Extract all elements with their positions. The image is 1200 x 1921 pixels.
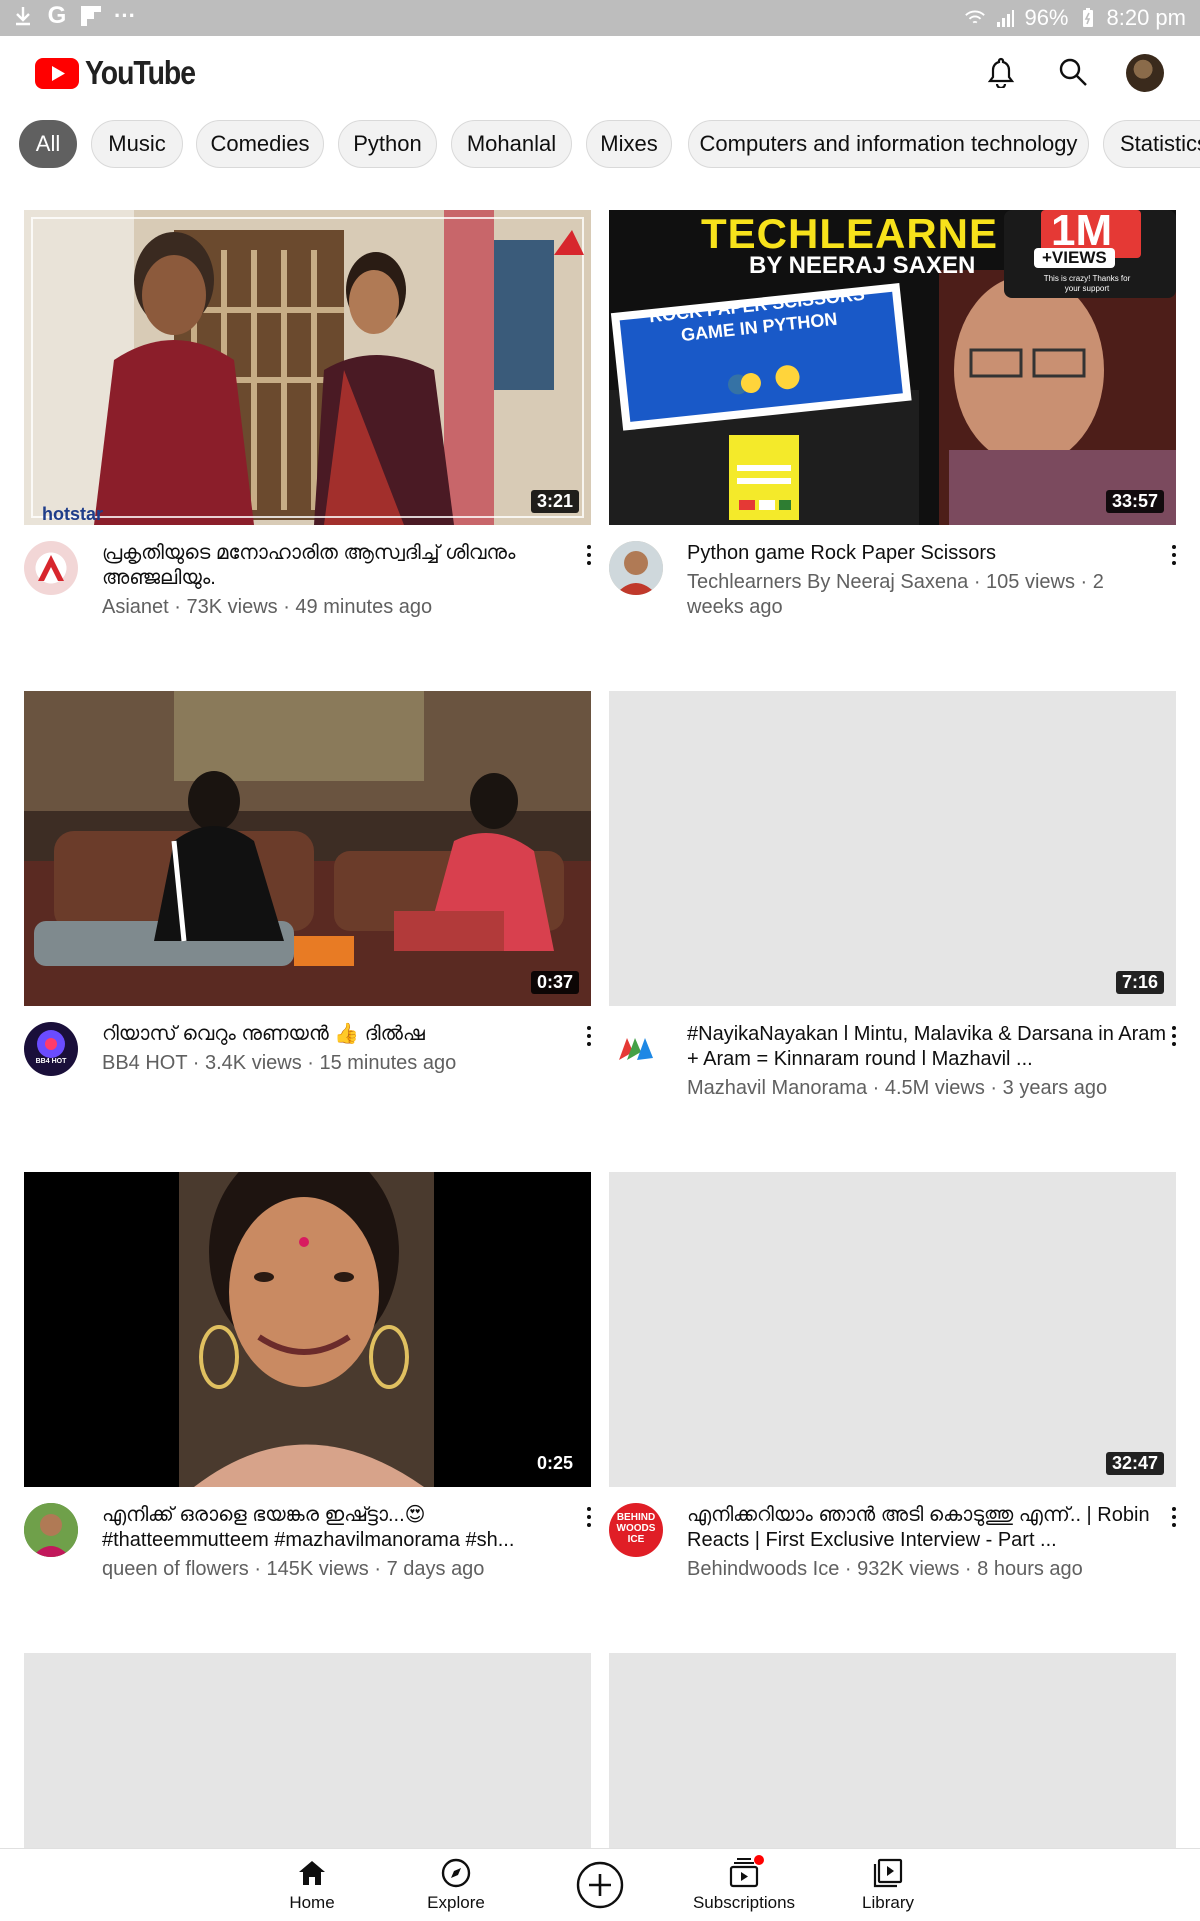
channel-avatar-image bbox=[24, 1503, 78, 1557]
app-header: YouTube bbox=[0, 36, 1200, 108]
video-meta: Asianet · 73K views · 49 minutes ago bbox=[102, 596, 433, 618]
mazhavil-logo bbox=[619, 1038, 653, 1060]
video-menu-button[interactable] bbox=[579, 537, 599, 573]
channel-avatar[interactable]: BB4 HOT bbox=[24, 1022, 78, 1076]
bb4-hot-logo bbox=[37, 1030, 65, 1058]
chip-python[interactable]: Python bbox=[338, 120, 437, 168]
create-plus-icon bbox=[575, 1860, 625, 1910]
nav-library[interactable]: Library bbox=[828, 1857, 948, 1917]
channel-avatar-image bbox=[609, 541, 663, 595]
library-icon bbox=[872, 1857, 904, 1889]
video-thumbnail-placeholder[interactable] bbox=[24, 1653, 591, 1848]
signal-icon bbox=[994, 7, 1016, 29]
youtube-logo[interactable]: YouTube bbox=[35, 54, 213, 92]
channel-avatar[interactable] bbox=[24, 541, 78, 595]
chip-music[interactable]: Music bbox=[91, 120, 183, 168]
search-button[interactable] bbox=[1053, 52, 1093, 92]
notification-dot bbox=[754, 1855, 764, 1865]
channel-badge-text: BB4 HOT bbox=[35, 1058, 67, 1065]
nav-library-label: Library bbox=[862, 1893, 914, 1912]
chip-mohanlal[interactable]: Mohanlal bbox=[451, 120, 572, 168]
chip-mixes[interactable]: Mixes bbox=[586, 120, 672, 168]
nav-home[interactable]: Home bbox=[252, 1857, 372, 1917]
video-meta: Techlearners By Neeraj Saxena · 105 view… bbox=[687, 571, 1104, 618]
app-name: YouTube bbox=[85, 54, 196, 91]
account-avatar[interactable] bbox=[1126, 54, 1164, 92]
video-thumbnail[interactable]: 0:25 bbox=[24, 1172, 591, 1487]
video-duration: 0:37 bbox=[530, 971, 579, 994]
video-menu-button[interactable] bbox=[579, 1499, 599, 1535]
hotstar-watermark: hotstar bbox=[42, 504, 104, 524]
filter-chips: All Music Comedies Python Mohanlal Mixes… bbox=[0, 118, 1200, 174]
search-icon bbox=[1059, 58, 1087, 86]
channel-avatar[interactable] bbox=[609, 1022, 663, 1076]
thumb-badge-small: +VIEWS bbox=[1034, 248, 1115, 268]
battery-charging-icon bbox=[1077, 7, 1099, 29]
chip-all[interactable]: All bbox=[19, 120, 77, 168]
video-duration: 0:25 bbox=[530, 1452, 579, 1475]
notifications-button[interactable] bbox=[981, 52, 1021, 92]
video-duration: 33:57 bbox=[1105, 490, 1164, 513]
battery-percent: 96% bbox=[1024, 5, 1069, 30]
nav-home-label: Home bbox=[289, 1893, 335, 1912]
video-menu-button[interactable] bbox=[1164, 1499, 1184, 1535]
video-meta: Behindwoods Ice · 932K views · 8 hours a… bbox=[687, 1558, 1083, 1580]
channel-badge-text: BEHIND WOODS ICE bbox=[616, 1512, 656, 1545]
google-icon: G bbox=[47, 2, 67, 29]
more-notifications-icon: ··· bbox=[114, 3, 136, 28]
status-bar: G ··· 96% 8:20 pm bbox=[0, 0, 1200, 36]
video-thumbnail-placeholder[interactable]: 32:47 bbox=[609, 1172, 1176, 1487]
bell-icon bbox=[987, 57, 1015, 88]
nav-explore-label: Explore bbox=[427, 1893, 485, 1912]
video-title[interactable]: Python game Rock Paper Scissors bbox=[687, 541, 1167, 566]
video-thumbnail-placeholder[interactable]: 7:16 bbox=[609, 691, 1176, 1006]
video-title[interactable]: റിയാസ് വെറും നുണയൻ 👍 ദിൽഷ bbox=[102, 1022, 582, 1047]
channel-avatar[interactable]: BEHIND WOODS ICE bbox=[609, 1503, 663, 1557]
video-duration: 7:16 bbox=[1115, 971, 1164, 994]
youtube-play-icon bbox=[35, 57, 79, 89]
thumbnail-image bbox=[24, 1172, 591, 1487]
home-icon bbox=[296, 1857, 328, 1889]
channel-avatar[interactable] bbox=[24, 1503, 78, 1557]
video-thumbnail[interactable]: 0:37 bbox=[24, 691, 591, 1006]
thumb-subline: BY NEERAJ SAXEN bbox=[749, 252, 976, 279]
video-title[interactable]: #NayikaNayakan l Mintu, Malavika & Darsa… bbox=[687, 1022, 1167, 1072]
video-duration: 32:47 bbox=[1105, 1452, 1164, 1475]
video-meta: BB4 HOT · 3.4K views · 15 minutes ago bbox=[102, 1052, 457, 1074]
wifi-icon bbox=[964, 7, 986, 29]
thumb-badge-note: This is crazy! Thanks for your support bbox=[1043, 274, 1131, 293]
bottom-navigation: Home Explore Subscriptions Library bbox=[0, 1848, 1200, 1921]
flipboard-icon bbox=[80, 5, 102, 27]
compass-icon bbox=[440, 1857, 472, 1889]
video-thumbnail[interactable]: hotstar 3:21 bbox=[24, 210, 591, 525]
video-menu-button[interactable] bbox=[1164, 537, 1184, 573]
channel-avatar[interactable] bbox=[609, 541, 663, 595]
video-thumbnail[interactable]: TECHLEARNE BY NEERAJ SAXEN 1M +VIEWS Thi… bbox=[609, 210, 1176, 525]
nav-explore[interactable]: Explore bbox=[396, 1857, 516, 1917]
asianet-logo bbox=[38, 555, 64, 581]
video-thumbnail-placeholder[interactable] bbox=[609, 1653, 1176, 1848]
nav-create[interactable] bbox=[540, 1857, 660, 1917]
nav-subscriptions[interactable]: Subscriptions bbox=[684, 1855, 804, 1917]
video-meta: queen of flowers · 145K views · 7 days a… bbox=[102, 1558, 485, 1580]
thumb-headline: TECHLEARNE bbox=[701, 210, 999, 257]
thumbnail-image bbox=[24, 210, 591, 525]
video-duration: 3:21 bbox=[530, 490, 579, 513]
download-icon bbox=[12, 5, 34, 27]
video-menu-button[interactable] bbox=[1164, 1018, 1184, 1054]
video-title[interactable]: എനിക്ക് ഒരാളെ ഭയങ്കര ഇഷ്ട്ടാ...😍 #thatte… bbox=[102, 1503, 582, 1553]
thumbnail-image bbox=[24, 691, 591, 1006]
video-meta: Mazhavil Manorama · 4.5M views · 3 years… bbox=[687, 1077, 1108, 1099]
video-title[interactable]: എനിക്കറിയാം ഞാൻ അടി കൊടുത്തു എന്ന്.. | R… bbox=[687, 1503, 1167, 1553]
chip-comedies[interactable]: Comedies bbox=[196, 120, 324, 168]
chip-computers[interactable]: Computers and information technology bbox=[688, 120, 1089, 168]
video-menu-button[interactable] bbox=[579, 1018, 599, 1054]
clock: 8:20 pm bbox=[1106, 5, 1187, 30]
subscriptions-icon bbox=[728, 1855, 764, 1889]
nav-subscriptions-label: Subscriptions bbox=[692, 1893, 796, 1912]
video-title[interactable]: പ്രകൃതിയുടെ മനോഹാരിത ആസ്വദിച്ച് ശിവനും അ… bbox=[102, 541, 582, 591]
chip-statistics[interactable]: Statistics bbox=[1103, 120, 1200, 168]
